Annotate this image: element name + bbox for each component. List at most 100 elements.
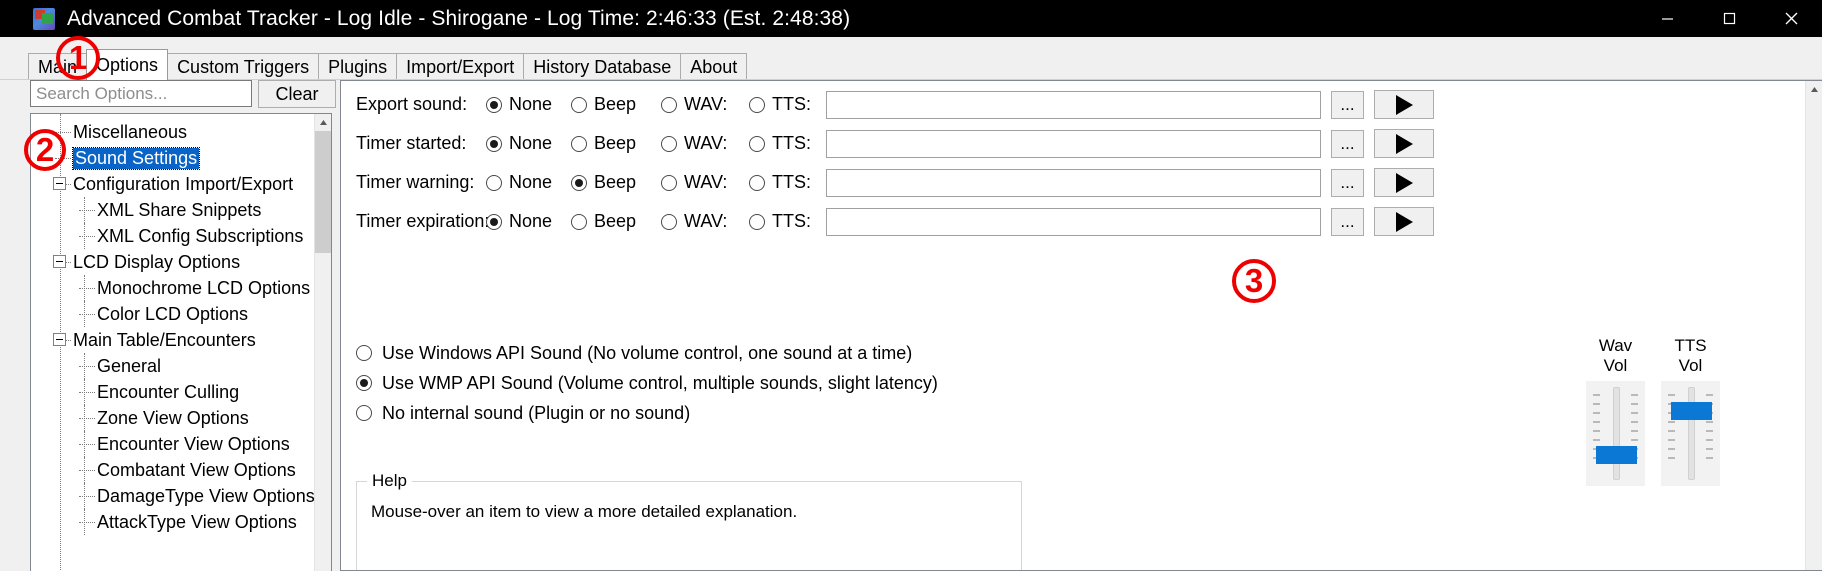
api-sound-option-label: No internal sound (Plugin or no sound) <box>382 402 691 423</box>
sound-path-input[interactable] <box>826 90 1321 119</box>
window-title: Advanced Combat Tracker - Log Idle - Shi… <box>67 6 851 30</box>
browse-button[interactable]: ... <box>1331 129 1364 158</box>
tree-dash <box>79 288 95 289</box>
tree-collapse-icon[interactable] <box>53 255 66 268</box>
sidebar-item-lcd-display-options[interactable]: LCD Display Options <box>31 249 314 275</box>
panel-scrollbar[interactable] <box>1805 81 1822 570</box>
radio-tts[interactable]: TTS: <box>749 172 811 193</box>
play-sound-button[interactable] <box>1374 129 1434 158</box>
sound-row: Timer expiration: None Beep WAV: TTS:... <box>341 202 1805 241</box>
radio-none[interactable]: None <box>486 94 552 115</box>
tree-collapse-icon[interactable] <box>53 177 66 190</box>
radio-wav[interactable]: WAV: <box>661 133 727 154</box>
radio-tts[interactable]: TTS: <box>749 211 811 232</box>
minimize-button[interactable] <box>1636 0 1698 37</box>
browse-button[interactable]: ... <box>1331 90 1364 119</box>
sidebar-item-encounter-view-options[interactable]: Encounter View Options <box>31 431 314 457</box>
radio-dot <box>749 135 765 152</box>
radio-beep[interactable]: Beep <box>571 94 636 115</box>
tree-collapse-icon[interactable] <box>53 333 66 346</box>
sidebar-item-main-table-encounters[interactable]: Main Table/Encounters <box>31 327 314 353</box>
sidebar-item-combatant-view-options[interactable]: Combatant View Options <box>31 457 314 483</box>
maximize-button[interactable] <box>1698 0 1760 37</box>
sidebar-item-label: Encounter Culling <box>97 381 240 402</box>
tree-guide-line-child <box>84 301 85 327</box>
sidebar-item-label: LCD Display Options <box>73 251 241 272</box>
radio-label: WAV: <box>684 94 728 114</box>
radio-dot <box>356 345 372 361</box>
options-sidebar: Clear Miscellaneous Sound Settings Configu… <box>28 80 336 571</box>
sidebar-item-xml-config-subscriptions[interactable]: XML Config Subscriptions <box>31 223 314 249</box>
play-sound-button[interactable] <box>1374 90 1434 119</box>
panel-scroll-up-icon[interactable] <box>1806 81 1822 98</box>
radio-dot <box>486 135 502 152</box>
radio-beep[interactable]: Beep <box>571 172 636 193</box>
wav-volume-slider[interactable] <box>1586 381 1645 486</box>
radio-beep[interactable]: Beep <box>571 133 636 154</box>
sidebar-item-attacktype-view-options[interactable]: AttackType View Options <box>31 509 314 535</box>
radio-tts[interactable]: TTS: <box>749 133 811 154</box>
radio-beep[interactable]: Beep <box>571 211 636 232</box>
tts-slider-thumb[interactable] <box>1671 402 1712 420</box>
search-input[interactable] <box>30 80 252 107</box>
browse-button[interactable]: ... <box>1331 207 1364 236</box>
sidebar-item-damagetype-view-options[interactable]: DamageType View Options <box>31 483 315 509</box>
sound-path-input[interactable] <box>826 129 1321 158</box>
radio-tts[interactable]: TTS: <box>749 94 811 115</box>
close-button[interactable] <box>1760 0 1822 37</box>
tree-scrollbar-thumb[interactable] <box>315 131 331 253</box>
radio-dot <box>486 96 502 113</box>
tts-volume-slider[interactable] <box>1661 381 1720 486</box>
tts-slider-track <box>1688 387 1695 480</box>
sidebar-item-configuration-import-export[interactable]: Configuration Import/Export <box>31 171 314 197</box>
scroll-up-icon[interactable] <box>315 114 331 131</box>
api-sound-option[interactable]: Use Windows API Sound (No volume control… <box>356 338 938 368</box>
play-triangle-icon <box>1395 133 1413 154</box>
tree-scrollbar[interactable] <box>314 114 331 571</box>
tab-history-database[interactable]: History Database <box>523 53 682 80</box>
tree-guide-line-child <box>84 197 85 223</box>
tab-plugins[interactable]: Plugins <box>318 53 398 80</box>
sidebar-item-encounter-culling[interactable]: Encounter Culling <box>31 379 314 405</box>
radio-dot <box>749 96 765 113</box>
sound-path-input[interactable] <box>826 168 1321 197</box>
sidebar-item-miscellaneous[interactable]: Miscellaneous <box>31 119 314 145</box>
sidebar-item-zone-view-options[interactable]: Zone View Options <box>31 405 314 431</box>
annotation-2-number: 2 <box>35 131 55 168</box>
wav-volume-column: Wav Vol <box>1586 336 1645 486</box>
radio-wav[interactable]: WAV: <box>661 172 727 193</box>
play-sound-button[interactable] <box>1374 207 1434 236</box>
radio-none[interactable]: None <box>486 211 552 232</box>
radio-none[interactable]: None <box>486 133 552 154</box>
tts-volume-column: TTS Vol <box>1661 336 1720 486</box>
api-sound-option[interactable]: No internal sound (Plugin or no sound) <box>356 398 938 428</box>
sidebar-item-general[interactable]: General <box>31 353 314 379</box>
sidebar-item-color-lcd-options[interactable]: Color LCD Options <box>31 301 314 327</box>
radio-none[interactable]: None <box>486 172 552 193</box>
sidebar-item-label: DamageType View Options <box>97 485 315 506</box>
sidebar-item-monochrome-lcd-options[interactable]: Monochrome LCD Options <box>31 275 314 301</box>
sidebar-item-sound-settings[interactable]: Sound Settings <box>31 145 314 171</box>
radio-wav[interactable]: WAV: <box>661 94 727 115</box>
sidebar-item-xml-share-snippets[interactable]: XML Share Snippets <box>31 197 314 223</box>
tree-dash <box>79 392 95 393</box>
options-tree: Miscellaneous Sound Settings Configuration… <box>30 113 332 571</box>
tree-guide-line-child <box>84 275 85 301</box>
sound-path-input[interactable] <box>826 207 1321 236</box>
radio-wav[interactable]: WAV: <box>661 211 727 232</box>
tab-import-export[interactable]: Import/Export <box>396 53 525 80</box>
api-sound-option[interactable]: Use WMP API Sound (Volume control, multi… <box>356 368 938 398</box>
play-sound-button[interactable] <box>1374 168 1434 197</box>
tab-custom-triggers[interactable]: Custom Triggers <box>167 53 320 80</box>
tab-about[interactable]: About <box>680 53 748 80</box>
wav-slider-thumb[interactable] <box>1596 445 1637 464</box>
sidebar-item-label: XML Config Subscriptions <box>97 225 304 246</box>
tts-volume-label: TTS Vol <box>1674 336 1707 375</box>
browse-button[interactable]: ... <box>1331 168 1364 197</box>
annotation-marker-2: 2 <box>24 129 66 171</box>
radio-dot <box>571 213 587 230</box>
play-triangle-icon <box>1395 94 1413 115</box>
tree-guide-line-child <box>84 379 85 405</box>
clear-search-button[interactable]: Clear <box>258 80 336 108</box>
tab-strip: Main Options Custom Triggers Plugins Import/… <box>0 37 1822 110</box>
